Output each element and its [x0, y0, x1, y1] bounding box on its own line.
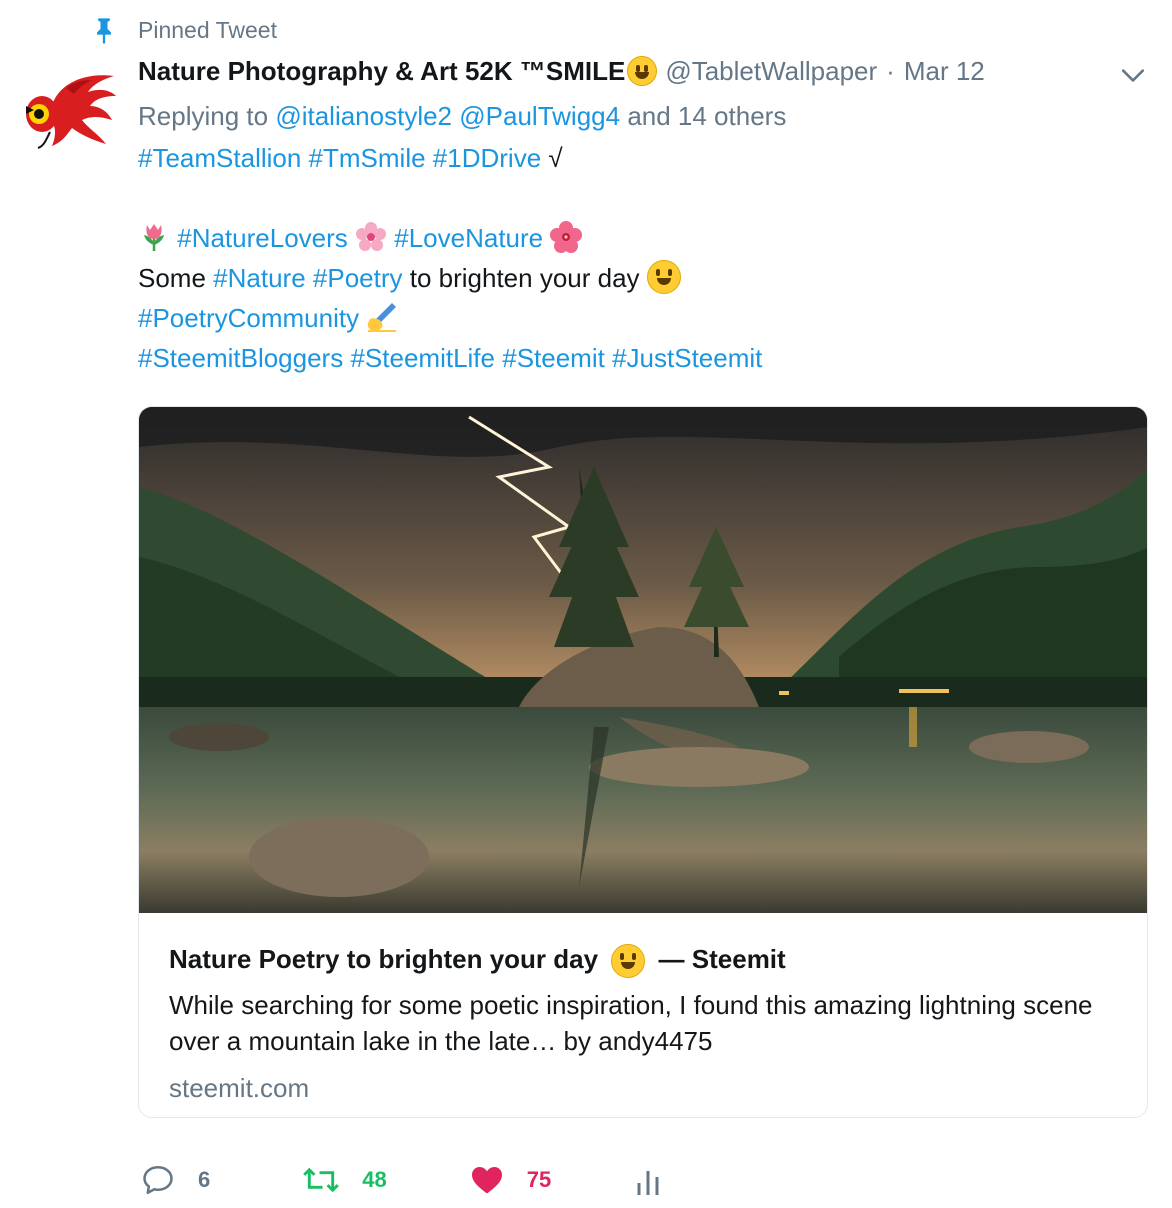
tweet-header: Nature Photography & Art 52K ™SMILE @Tab…: [138, 52, 1148, 90]
cherry-blossom-emoji: [356, 222, 387, 251]
like-button[interactable]: 75: [469, 1162, 551, 1198]
reply-suffix[interactable]: and 14 others: [627, 101, 786, 131]
card-description: While searching for some poetic inspirat…: [169, 990, 1093, 1056]
hashtag[interactable]: #LoveNature: [394, 223, 543, 253]
reply-icon: [143, 1165, 173, 1195]
hashtag[interactable]: #TeamStallion: [138, 143, 301, 173]
action-bar: 6 48 75: [140, 1158, 663, 1202]
reply-button[interactable]: 6: [140, 1162, 210, 1198]
text-line: #TeamStallion #TmSmile #1DDrive √: [138, 138, 1148, 178]
hashtag[interactable]: #PoetryCommunity: [138, 303, 359, 333]
pinned-indicator: Pinned Tweet: [90, 14, 277, 46]
retweet-count: 48: [362, 1167, 387, 1192]
tweet-content: Nature Photography & Art 52K ™SMILE @Tab…: [138, 52, 1148, 378]
pin-icon: [97, 18, 111, 44]
writing-hand-emoji: [368, 303, 397, 332]
analytics-icon: [637, 1171, 659, 1195]
retweet-button[interactable]: 48: [302, 1162, 387, 1198]
card-title[interactable]: Nature Poetry to brighten your day — Ste…: [169, 939, 1117, 979]
text-line: #PoetryCommunity: [138, 298, 1148, 338]
separator: ·: [886, 55, 895, 86]
reply-user-2[interactable]: @PaulTwigg4: [459, 101, 620, 131]
hashtag[interactable]: #1DDrive: [433, 143, 541, 173]
card-domain: steemit.com: [169, 1073, 310, 1103]
grinning-face-emoji: [646, 260, 681, 294]
text-line: #SteemitBloggers #SteemitLife #Steemit #…: [138, 338, 1148, 378]
grinning-face-emoji: [627, 56, 658, 86]
pinned-label: Pinned Tweet: [138, 16, 277, 43]
hashtag[interactable]: #SteemitLife: [350, 343, 495, 373]
card-title-site: — Steemit: [658, 944, 786, 974]
grinning-face-emoji: [611, 944, 646, 979]
text-fragment: to brighten your day: [409, 263, 640, 293]
retweet-icon: [303, 1167, 340, 1193]
tulip-emoji: [144, 224, 164, 251]
tweet-text: #TeamStallion #TmSmile #1DDrive √ #Natur…: [138, 138, 1148, 378]
tweet[interactable]: Pinned Tweet Nature Photography & Art 52…: [0, 0, 1172, 1208]
like-count: 75: [526, 1167, 552, 1192]
hashtag[interactable]: #SteemitBloggers: [138, 343, 343, 373]
hashtag[interactable]: #TmSmile: [309, 143, 426, 173]
hashtag[interactable]: #Nature: [213, 263, 306, 293]
check-mark: √: [548, 143, 563, 173]
hashtag[interactable]: #NatureLovers: [177, 223, 348, 253]
card-title-text: Nature Poetry to brighten your day: [169, 944, 599, 974]
text-fragment: Some: [138, 263, 206, 293]
reply-prefix: Replying to: [138, 101, 269, 131]
display-name[interactable]: Nature Photography & Art 52K ™SMILE: [138, 56, 625, 87]
card-image-lake-lightning[interactable]: [139, 407, 1148, 913]
card-body: Nature Poetry to brighten your day — Ste…: [139, 913, 1147, 1104]
hashtag[interactable]: #JustSteemit: [612, 343, 762, 373]
heart-icon: [471, 1166, 502, 1194]
reply-count: 6: [198, 1167, 211, 1192]
reply-user-1[interactable]: @italianostyle2: [275, 101, 452, 131]
tweet-date[interactable]: Mar 12: [904, 56, 985, 87]
text-line: #NatureLovers #LoveNature: [138, 218, 1148, 258]
hashtag[interactable]: #Poetry: [313, 263, 403, 293]
user-handle[interactable]: @TabletWallpaper: [665, 56, 877, 87]
analytics-button[interactable]: [633, 1162, 663, 1198]
hibiscus-emoji: [550, 221, 583, 253]
replying-to: Replying to @italianostyle2 @PaulTwigg4 …: [138, 98, 1148, 134]
hashtag[interactable]: #Steemit: [502, 343, 605, 373]
link-card[interactable]: Nature Poetry to brighten your day — Ste…: [138, 406, 1148, 1118]
text-line: Some #Nature #Poetry to brighten your da…: [138, 258, 1148, 298]
avatar[interactable]: [22, 66, 118, 150]
